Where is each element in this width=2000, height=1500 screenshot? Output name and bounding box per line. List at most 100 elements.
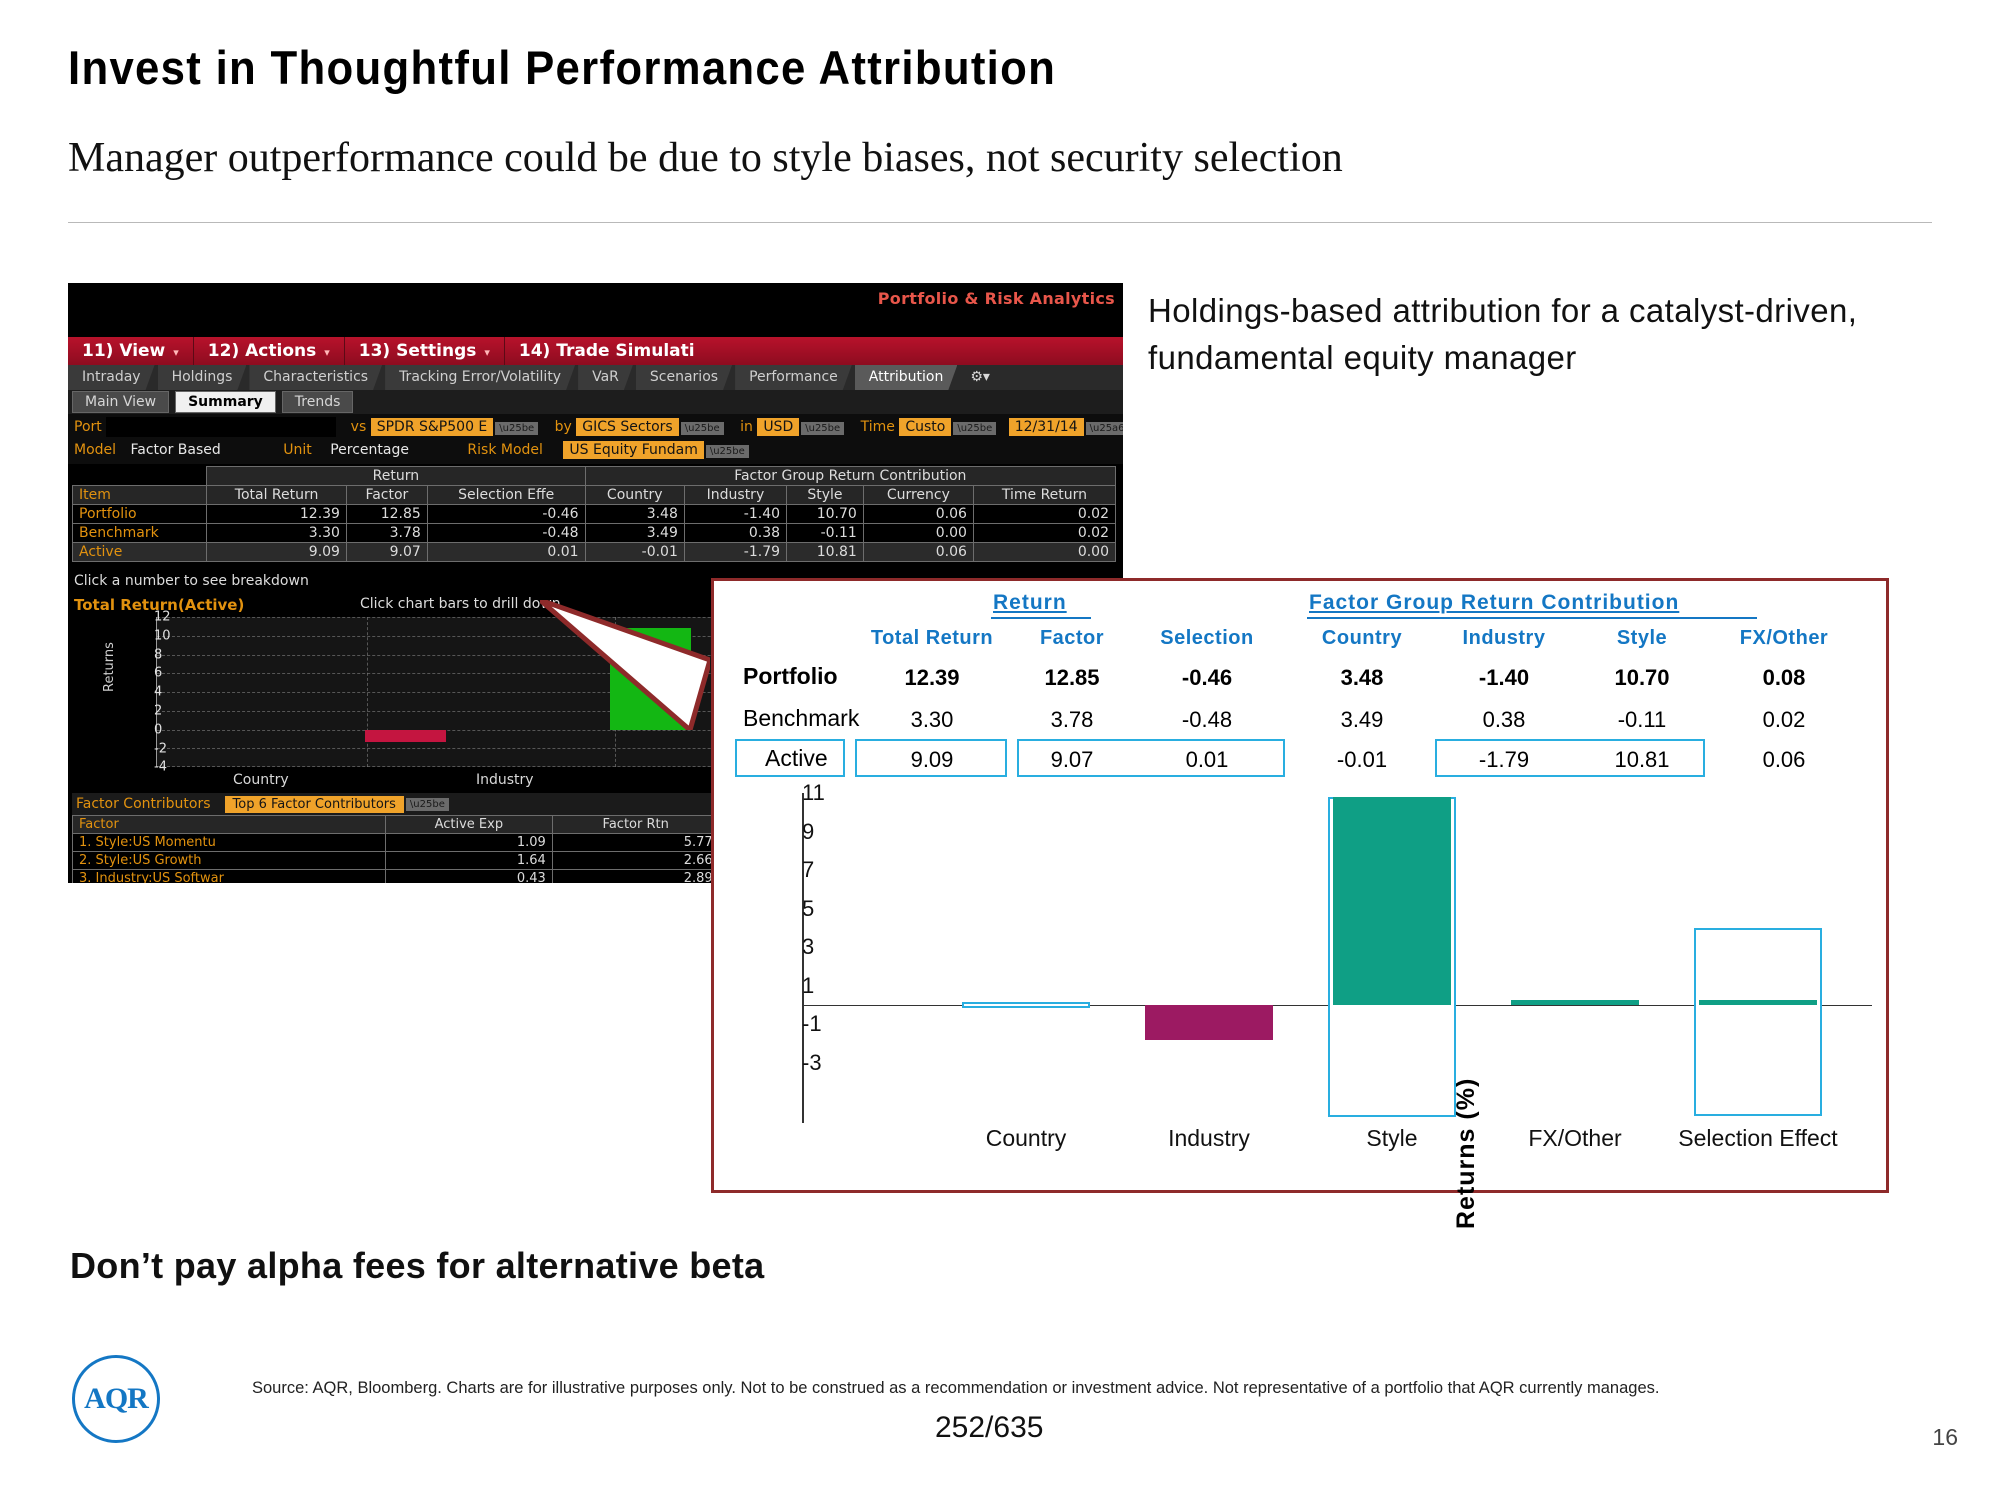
- table-column-header-row: Item Total Return Factor Selection Effe …: [71, 485, 1117, 505]
- chart-bar-selection-effect-fill[interactable]: [1699, 1000, 1817, 1005]
- gear-icon[interactable]: ⚙▾: [960, 365, 990, 390]
- cell-total[interactable]: 12.39: [206, 504, 347, 524]
- calendar-icon[interactable]: \u25a6: [1085, 422, 1123, 435]
- cell-factor[interactable]: 12.85: [345, 504, 428, 524]
- cell-style[interactable]: 10.70: [786, 504, 864, 524]
- menu-settings[interactable]: 13) Settings ▾: [345, 337, 505, 365]
- cell-country[interactable]: 3.49: [584, 523, 685, 543]
- tab-var[interactable]: VaR: [578, 365, 633, 390]
- panel-cell: 12.39: [904, 665, 960, 690]
- unit-value[interactable]: Percentage: [330, 442, 409, 458]
- chart-bar-selection-effect[interactable]: [1694, 928, 1822, 1116]
- groupby-select-value[interactable]: GICS Sectors: [576, 418, 679, 436]
- tab-intraday[interactable]: Intraday: [68, 365, 155, 390]
- field-unit-label: Unit: [283, 442, 312, 458]
- row-label-portfolio: Portfolio: [71, 504, 208, 524]
- factor-contributors-select[interactable]: Top 6 Factor Contributors: [224, 795, 404, 813]
- fc-row-name: 3. Industry:US Softwar: [72, 869, 386, 883]
- cell-industry[interactable]: 0.38: [683, 523, 788, 543]
- chevron-down-icon[interactable]: \u25be: [953, 422, 997, 435]
- panel-row-label-portfolio: Portfolio: [743, 663, 838, 689]
- group-factor-contribution: Factor Group Return Contribution: [584, 466, 1117, 486]
- terminal-bar-industry[interactable]: [364, 729, 447, 742]
- cell-total[interactable]: 9.09: [206, 542, 347, 562]
- chevron-down-icon[interactable]: \u25be: [405, 797, 449, 811]
- field-risk-model-label: Risk Model: [467, 442, 543, 458]
- date-from-input[interactable]: 12/31/14: [1008, 418, 1084, 436]
- chart-xtick-industry: Industry: [1168, 1125, 1250, 1151]
- cell-currency[interactable]: 0.06: [862, 504, 974, 524]
- cell-factor[interactable]: 3.78: [345, 523, 428, 543]
- cell-country[interactable]: -0.01: [584, 542, 685, 562]
- tab-holdings[interactable]: Holdings: [158, 365, 247, 390]
- terminal-tab-strip: Intraday Holdings Characteristics Tracki…: [68, 365, 1123, 390]
- cell-selection[interactable]: -0.48: [426, 523, 586, 543]
- cell-time[interactable]: 0.02: [972, 523, 1117, 543]
- terminal-filter-fields: Port vs SPDR S&P500 E \u25be by GICS Sect…: [68, 414, 1123, 464]
- cell-industry[interactable]: -1.40: [683, 504, 788, 524]
- menu-settings-label: 13) Settings: [358, 341, 477, 361]
- cell-country[interactable]: 3.48: [584, 504, 685, 524]
- cell-time[interactable]: 0.02: [972, 504, 1117, 524]
- tab-tracking-error[interactable]: Tracking Error/Volatility: [385, 365, 575, 390]
- chart-xtick-selection-effect: Selection Effect: [1678, 1125, 1838, 1151]
- cell-selection[interactable]: 0.01: [426, 542, 586, 562]
- time-select-value[interactable]: Custo: [899, 418, 952, 436]
- cell-currency[interactable]: 0.06: [862, 542, 974, 562]
- benchmark-select-value[interactable]: SPDR S&P500 E: [370, 418, 494, 436]
- terminal-bar-style[interactable]: [610, 628, 692, 730]
- tab-characteristics[interactable]: Characteristics: [249, 365, 382, 390]
- model-value[interactable]: Factor Based: [131, 442, 221, 458]
- panel-cell: 0.08: [1762, 665, 1806, 690]
- chevron-down-icon: ▾: [484, 346, 490, 359]
- chart-bar-country[interactable]: [962, 1002, 1090, 1008]
- menu-actions[interactable]: 12) Actions ▾: [194, 337, 345, 365]
- chevron-down-icon[interactable]: \u25be: [705, 445, 749, 458]
- subtab-summary[interactable]: Summary: [175, 391, 276, 413]
- fc-active-exp: 1.64: [384, 851, 553, 870]
- subtab-main-view[interactable]: Main View: [72, 391, 170, 413]
- tab-scenarios[interactable]: Scenarios: [636, 365, 732, 390]
- subtab-trends[interactable]: Trends: [281, 391, 354, 413]
- cell-selection[interactable]: -0.46: [426, 504, 586, 524]
- cell-style[interactable]: 10.81: [786, 542, 864, 562]
- chart-bar-style[interactable]: [1333, 796, 1451, 1005]
- cell-industry[interactable]: -1.79: [683, 542, 788, 562]
- cell-factor[interactable]: 9.07: [345, 542, 428, 562]
- panel-cell: -1.40: [1478, 665, 1530, 690]
- chart-bar-industry[interactable]: [1145, 1005, 1273, 1040]
- field-by-label: by: [554, 419, 572, 435]
- chevron-down-icon[interactable]: \u25be: [495, 422, 539, 435]
- col-country: Country: [584, 485, 685, 505]
- tab-performance[interactable]: Performance: [735, 365, 852, 390]
- fc-active-exp: 1.09: [384, 833, 553, 852]
- cell-style[interactable]: -0.11: [786, 523, 864, 543]
- header-underline: [991, 617, 1091, 619]
- cell-time[interactable]: 0.00: [972, 542, 1117, 562]
- highlight-box-active-factor-selection: [1017, 739, 1285, 777]
- chart-bar-fx-other[interactable]: [1511, 1000, 1639, 1005]
- cell-currency[interactable]: 0.00: [862, 523, 974, 543]
- panel-col-industry: Industry: [1462, 627, 1546, 649]
- panel-group-return: Return: [993, 591, 1067, 614]
- terminal-chart-y-axis-label: Returns: [102, 642, 117, 692]
- panel-row-label-benchmark: Benchmark: [743, 705, 860, 731]
- menu-trade-simulation[interactable]: 14) Trade Simulati: [505, 337, 709, 365]
- tab-attribution[interactable]: Attribution: [855, 365, 958, 390]
- cell-total[interactable]: 3.30: [206, 523, 347, 543]
- panel-cell: 0.38: [1482, 707, 1526, 732]
- risk-model-select-value[interactable]: US Equity Fundam: [563, 441, 704, 459]
- chevron-down-icon[interactable]: \u25be: [680, 422, 724, 435]
- field-time-label: Time: [860, 419, 895, 435]
- row-label-benchmark: Benchmark: [71, 523, 208, 543]
- panel-cell: 3.48: [1340, 665, 1384, 690]
- panel-cell: 0.02: [1762, 707, 1806, 732]
- fc-col-factor-rtn: Factor Rtn: [551, 815, 720, 834]
- highlight-box-active-industry-style: [1435, 739, 1705, 777]
- port-input[interactable]: [106, 417, 337, 437]
- menu-view[interactable]: 11) View ▾: [68, 337, 194, 365]
- table-row: Active 9.09 9.07 0.01 -0.01 -1.79 10.81 …: [71, 542, 1117, 562]
- panel-cell: 10.70: [1614, 665, 1670, 690]
- currency-select-value[interactable]: USD: [757, 418, 800, 436]
- chevron-down-icon[interactable]: \u25be: [801, 422, 845, 435]
